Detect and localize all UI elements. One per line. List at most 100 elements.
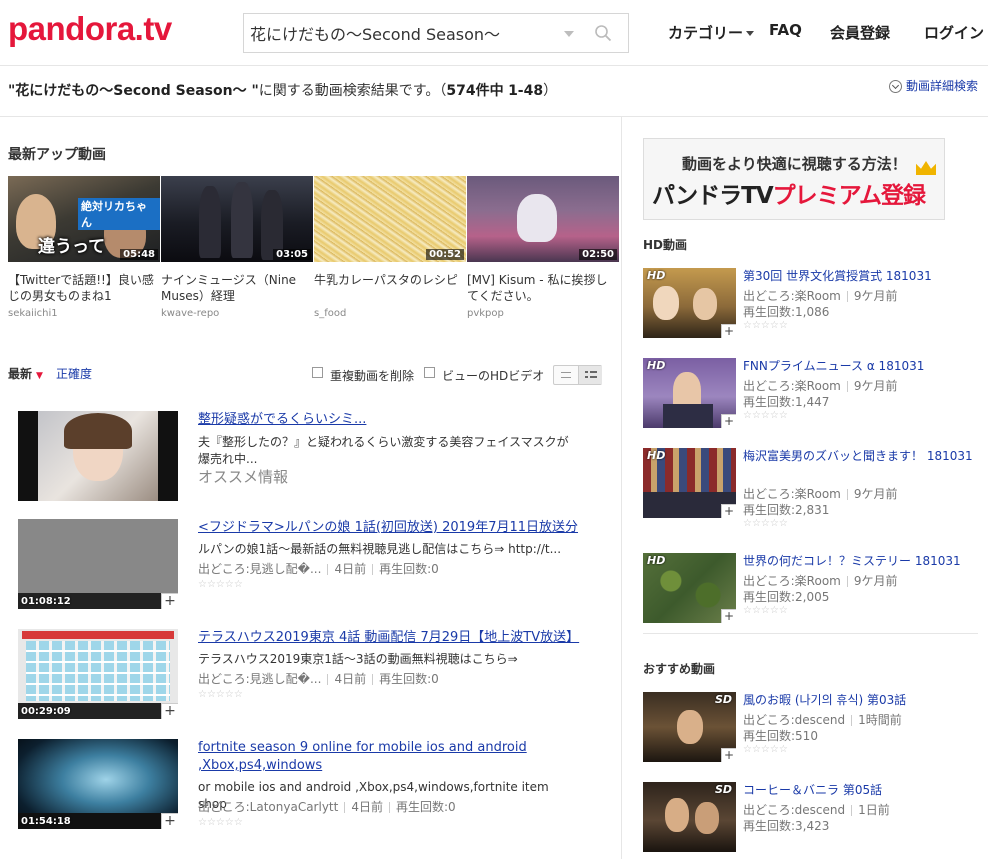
video-title-link[interactable]: 風のお暇 (나기의 휴식) 第03話 xyxy=(743,692,978,709)
hd-badge: HD xyxy=(647,449,666,462)
list-item[interactable]: 整形疑惑がでるくらいシミ... 夫『整形したの？』と疑われるくらい激変する美容フ… xyxy=(18,411,603,503)
add-playlist-icon[interactable]: + xyxy=(721,414,736,428)
advanced-search-link[interactable]: 動画詳細検索 xyxy=(888,77,978,94)
view-count: 再生回数:3,423 xyxy=(743,819,830,833)
video-thumbnail[interactable]: HD + xyxy=(643,553,736,623)
premium-banner[interactable]: 動画をより快適に視聴する方法！ パンドラTVプレミアム登録 xyxy=(643,138,945,220)
add-playlist-icon[interactable]: + xyxy=(721,748,736,762)
nav-faq[interactable]: FAQ xyxy=(769,21,802,39)
latest-item[interactable]: 絶対リカちゃん 違うって 05:48 【Twitterで話題!!】良い感じの男女… xyxy=(8,176,160,319)
add-playlist-icon[interactable]: + xyxy=(721,324,736,338)
add-playlist-icon[interactable]: + xyxy=(161,593,178,609)
remove-duplicates-label[interactable]: 重複動画を削除 xyxy=(330,367,414,384)
ad-tag: オススメ情報 xyxy=(198,468,289,486)
list-item[interactable]: 01:54:18 + fortnite season 9 online for … xyxy=(18,739,603,834)
duration-label: 05:48 xyxy=(120,249,158,260)
nav-login[interactable]: ログイン xyxy=(924,22,984,43)
person-shape xyxy=(665,798,689,832)
header: pandora.tv カテゴリー FAQ 会員登録 ログイン xyxy=(0,0,988,66)
sidebar-item[interactable]: HD + 世界の何だコレ！？ミステリー 181031 出どころ:楽Room 9ケ月… xyxy=(643,553,983,625)
video-title-link[interactable]: テラスハウス2019東京 4話 動画配信 7月29日【地上波TV放送】 xyxy=(198,629,598,647)
video-meta: 出どころ:楽Room 9ケ月前 xyxy=(743,574,898,588)
latest-item[interactable]: 03:05 ナインミュージス（Nine Muses）経理 kwave-repo xyxy=(161,176,313,319)
sort-bar: 最新 ▼ 正確度 重複動画を削除 ビューのHDビデオ xyxy=(8,364,602,385)
sort-accuracy[interactable]: 正確度 xyxy=(56,365,92,382)
thumb-table-rows xyxy=(26,641,170,701)
video-thumbnail[interactable]: 00:29:09 + xyxy=(18,629,178,719)
detail-view-button[interactable] xyxy=(578,366,602,384)
sidebar-item[interactable]: SD コーヒー＆バニラ 第05話 出どころ:descend 1日前 再生回数:3,… xyxy=(643,782,983,854)
video-thumbnail[interactable] xyxy=(18,411,178,501)
video-meta: 出どころ:楽Room 9ケ月前 xyxy=(743,487,898,501)
nav-register[interactable]: 会員登録 xyxy=(830,22,890,43)
uploader-name[interactable]: pvkpop xyxy=(467,308,619,319)
dancer-shape xyxy=(199,186,221,258)
add-playlist-icon[interactable]: + xyxy=(721,609,736,623)
video-title[interactable]: ナインミュージス（Nine Muses）経理 xyxy=(161,272,307,304)
video-title-link[interactable]: 整形疑惑がでるくらいシミ... xyxy=(198,411,598,429)
video-thumbnail[interactable]: 02:50 xyxy=(467,176,619,262)
search-icon[interactable] xyxy=(594,24,612,42)
sidebar-item[interactable]: SD + 風のお暇 (나기의 휴식) 第03話 出どころ:descend 1時間前… xyxy=(643,692,983,764)
search-history-caret-icon[interactable] xyxy=(564,31,574,37)
uploader-name[interactable]: sekaiichi1 xyxy=(8,308,160,319)
remove-duplicates-checkbox[interactable] xyxy=(312,367,323,378)
nav-category[interactable]: カテゴリー xyxy=(668,22,755,43)
hd-only-label[interactable]: ビューのHDビデオ xyxy=(442,367,544,384)
column-divider xyxy=(621,116,622,859)
add-playlist-icon[interactable]: + xyxy=(721,504,736,518)
sidebar-item[interactable]: HD + FNNプライムニュース α 181031 出どころ:楽Room 9ケ月前… xyxy=(643,358,983,430)
video-title-link[interactable]: コーヒー＆バニラ 第05話 xyxy=(743,782,978,799)
search-box xyxy=(243,13,629,53)
video-thumbnail[interactable]: HD + xyxy=(643,268,736,338)
video-thumbnail[interactable]: 01:08:12 + xyxy=(18,519,178,609)
video-thumbnail[interactable]: 00:52 xyxy=(314,176,466,262)
list-view-button[interactable] xyxy=(554,366,578,384)
rating-stars: ☆☆☆☆☆ xyxy=(743,320,788,331)
duration-label: 02:50 xyxy=(579,249,617,260)
person-shape xyxy=(653,286,679,320)
chevron-down-icon xyxy=(746,31,755,36)
add-playlist-icon[interactable]: + xyxy=(161,703,178,719)
video-thumbnail[interactable]: SD + xyxy=(643,692,736,762)
video-thumbnail[interactable]: 01:54:18 + xyxy=(18,739,178,829)
duration-label: 01:54:18 xyxy=(21,816,71,827)
sort-newest[interactable]: 最新 ▼ xyxy=(8,365,43,382)
uploader-name[interactable]: s_food xyxy=(314,308,466,319)
video-title[interactable]: [MV] Kisum - 私に挨拶してください。 xyxy=(467,272,613,304)
list-item[interactable]: 00:29:09 + テラスハウス2019東京 4話 動画配信 7月29日【地上… xyxy=(18,629,603,721)
video-thumbnail[interactable]: SD xyxy=(643,782,736,852)
thumb-caption: 絶対リカちゃん xyxy=(78,198,160,230)
latest-item[interactable]: 00:52 牛乳カレーパスタのレシピ s_food xyxy=(314,176,466,319)
video-title-link[interactable]: 世界の何だコレ！？ミステリー 181031 xyxy=(743,553,978,570)
sidebar-item[interactable]: HD + 第30回 世界文化賞授賞式 181031 出どころ:楽Room 9ケ月前… xyxy=(643,268,983,340)
sidebar-item[interactable]: HD + 梅沢富美男のズバッと聞きます！ 181031 出どころ:楽Room 9ケ… xyxy=(643,448,983,529)
hd-only-checkbox[interactable] xyxy=(424,367,435,378)
video-meta: 出どころ:descend 1日前 xyxy=(743,803,890,817)
pandora-logo[interactable]: pandora.tv xyxy=(8,10,172,48)
thumb-header xyxy=(22,631,174,639)
add-playlist-icon[interactable]: + xyxy=(161,813,178,829)
hair-shape xyxy=(64,413,132,449)
sort-active-marker-icon: ▼ xyxy=(36,371,43,381)
banner-cta: パンドラTVプレミアム登録 xyxy=(652,183,926,209)
video-title-link[interactable]: FNNプライムニュース α 181031 xyxy=(743,358,978,375)
video-title-link[interactable]: <フジドラマ>ルパンの娘 1話(初回放送) 2019年7月11日放送分 xyxy=(198,519,598,537)
latest-item[interactable]: 02:50 [MV] Kisum - 私に挨拶してください。 pvkpop xyxy=(467,176,619,319)
video-title[interactable]: 【Twitterで話題!!】良い感じの男女ものまね1 xyxy=(8,272,154,304)
video-title-link[interactable]: 第30回 世界文化賞授賞式 181031 xyxy=(743,268,978,285)
search-input[interactable] xyxy=(244,14,554,52)
video-title[interactable]: 牛乳カレーパスタのレシピ xyxy=(314,272,460,304)
video-thumbnail[interactable]: HD + xyxy=(643,448,736,518)
video-meta: 出どころ:descend 1時間前 xyxy=(743,713,902,727)
video-thumbnail[interactable]: 03:05 xyxy=(161,176,313,262)
uploader-name[interactable]: kwave-repo xyxy=(161,308,313,319)
video-title-link[interactable]: fortnite season 9 online for mobile ios … xyxy=(198,739,598,775)
video-thumbnail[interactable]: 絶対リカちゃん 違うって 05:48 xyxy=(8,176,160,262)
list-item[interactable]: 01:08:12 + <フジドラマ>ルパンの娘 1話(初回放送) 2019年7月… xyxy=(18,519,603,611)
view-count: 再生回数:1,447 xyxy=(743,395,830,409)
video-title-link[interactable]: 梅沢富美男のズバッと聞きます！ 181031 xyxy=(743,448,978,465)
latest-section-title: 最新アップ動画 xyxy=(8,147,106,163)
view-count: 再生回数:1,086 xyxy=(743,305,830,319)
video-thumbnail[interactable]: HD + xyxy=(643,358,736,428)
